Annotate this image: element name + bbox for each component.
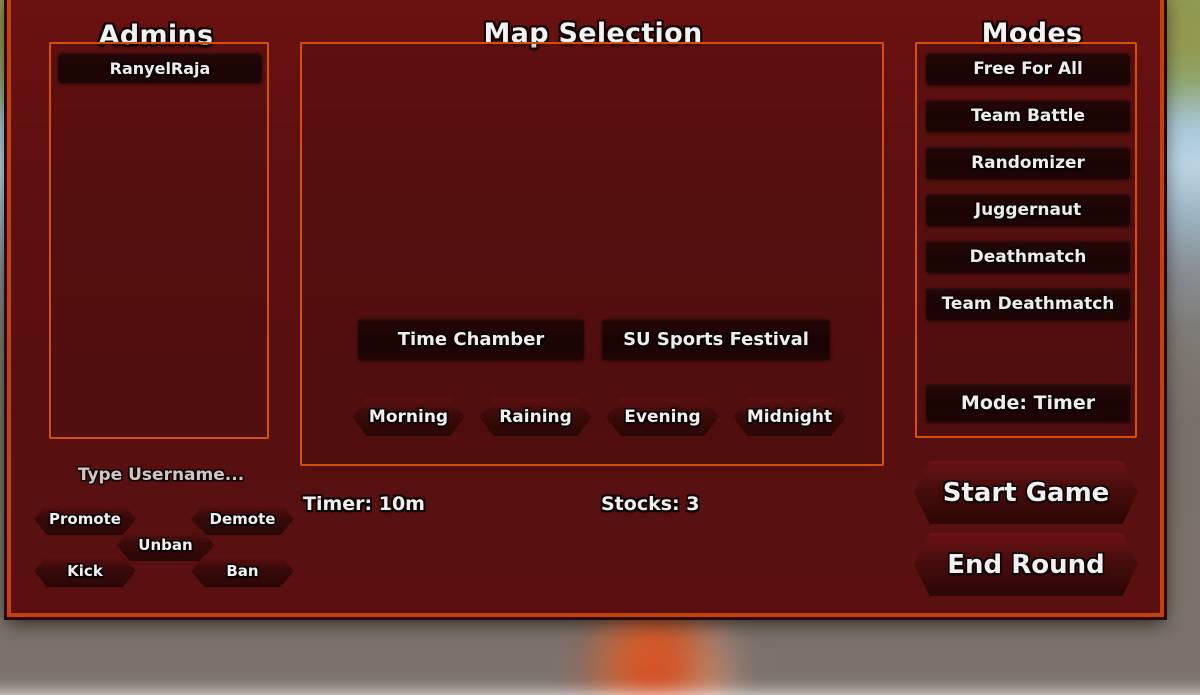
time-of-day-label: Evening [624,407,701,427]
time-of-day-raining[interactable]: Raining [479,398,592,436]
admin-panel-dialog: Admins RanyelRaja Promote Demote Unban K… [7,0,1164,617]
mode-button-juggernaut[interactable]: Juggernaut [926,194,1130,226]
time-of-day-midnight[interactable]: Midnight [733,398,846,436]
end-round-button[interactable]: End Round [914,533,1138,596]
map-label: Time Chamber [397,329,545,350]
unban-button[interactable]: Unban [117,529,214,561]
ban-label: Ban [226,562,259,580]
admins-panel: RanyelRaja [49,42,269,439]
time-of-day-label: Morning [368,407,449,427]
mode-button-team-battle[interactable]: Team Battle [926,100,1130,132]
mode-label: Free For All [973,59,1083,79]
kick-label: Kick [67,562,103,580]
stocks-value: Stocks: 3 [601,493,700,515]
start-game-label: Start Game [942,477,1110,508]
timer-value: Timer: 10m [303,493,425,515]
time-of-day-label: Raining [499,407,572,427]
mode-button-randomizer[interactable]: Randomizer [926,147,1130,179]
time-of-day-morning[interactable]: Morning [352,398,465,436]
promote-button[interactable]: Promote [34,503,136,535]
map-button-su-sports-festival[interactable]: SU Sports Festival [602,319,830,360]
mode-button-team-deathmatch[interactable]: Team Deathmatch [926,288,1130,320]
map-label: SU Sports Festival [623,329,809,350]
time-of-day-evening[interactable]: Evening [606,398,719,436]
unban-label: Unban [138,536,193,554]
demote-button[interactable]: Demote [191,503,294,535]
map-button-time-chamber[interactable]: Time Chamber [358,319,584,360]
modes-panel: Free For All Team Battle Randomizer Jugg… [915,42,1137,438]
mode-label: Team Deathmatch [941,294,1115,314]
mode-label: Randomizer [971,153,1085,173]
admin-list-item[interactable]: RanyelRaja [58,53,262,83]
start-game-button[interactable]: Start Game [914,461,1138,524]
kick-button[interactable]: Kick [34,555,136,587]
ban-button[interactable]: Ban [191,555,294,587]
admin-name: RanyelRaja [109,58,211,78]
mode-button-free-for-all[interactable]: Free For All [926,53,1130,85]
demote-label: Demote [209,510,276,528]
mode-timer-toggle[interactable]: Mode: Timer [926,384,1130,422]
time-of-day-label: Midnight [746,407,833,427]
end-round-label: End Round [947,549,1105,580]
promote-label: Promote [49,510,121,528]
map-selection-panel: Time Chamber SU Sports Festival Morning … [300,42,884,466]
mode-button-deathmatch[interactable]: Deathmatch [926,241,1130,273]
mode-label: Team Battle [970,106,1085,126]
mode-label: Deathmatch [969,247,1087,267]
mode-label: Juggernaut [974,200,1082,220]
username-input[interactable] [41,460,281,490]
mode-timer-label: Mode: Timer [960,392,1096,414]
